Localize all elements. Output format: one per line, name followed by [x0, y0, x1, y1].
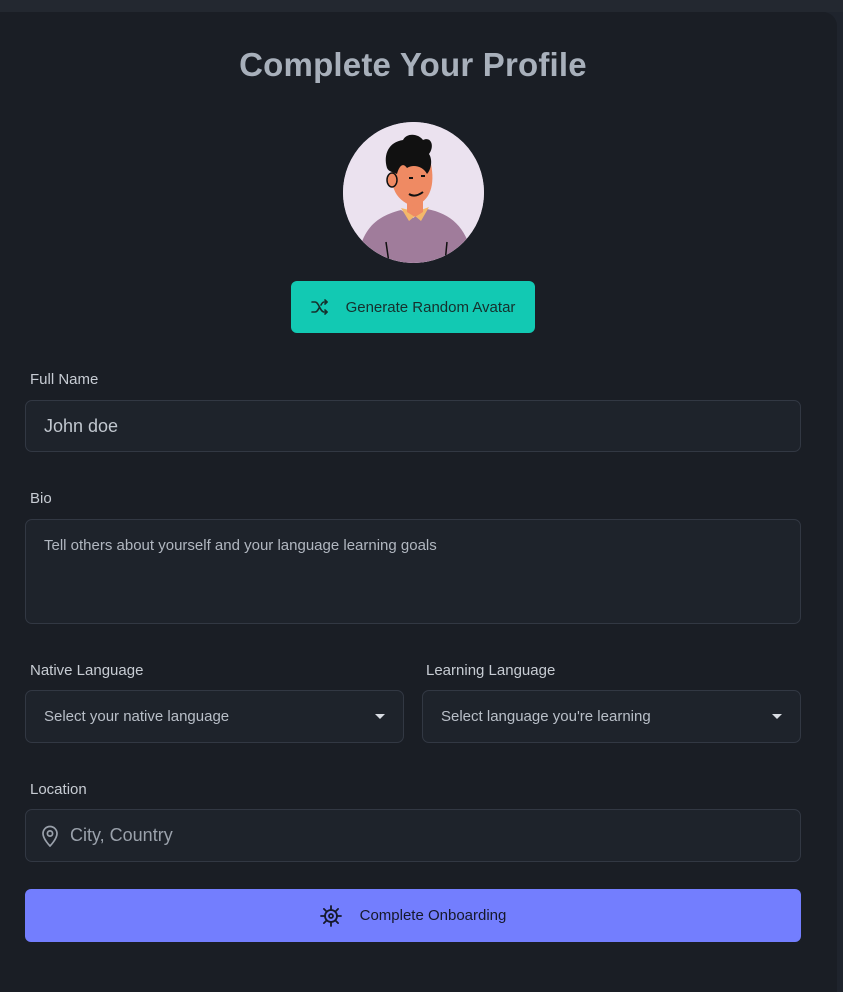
- bio-placeholder: Tell others about yourself and your lang…: [44, 537, 437, 554]
- native-language-selected: Select your native language: [44, 708, 230, 725]
- avatar-illustration: [343, 122, 484, 263]
- map-pin-icon: [40, 825, 60, 847]
- learning-language-selected: Select language you're learning: [441, 708, 651, 725]
- location-input[interactable]: City, Country: [25, 809, 801, 862]
- full-name-label: Full Name: [30, 371, 99, 388]
- full-name-input[interactable]: John doe: [25, 400, 801, 452]
- bio-label: Bio: [30, 490, 52, 507]
- page-top-bar: [0, 0, 843, 12]
- bio-textarea[interactable]: Tell others about yourself and your lang…: [25, 519, 801, 624]
- ship-wheel-icon: [319, 904, 342, 927]
- generate-random-avatar-button[interactable]: Generate Random Avatar: [291, 281, 535, 333]
- chevron-down-icon: [375, 714, 385, 719]
- learning-language-label: Learning Language: [426, 662, 556, 679]
- chevron-down-icon: [772, 714, 782, 719]
- location-placeholder: City, Country: [70, 825, 173, 845]
- page-title: Complete Your Profile: [239, 46, 587, 83]
- native-language-select[interactable]: Select your native language: [25, 690, 404, 743]
- shuffle-icon: [310, 299, 329, 315]
- avatar: [343, 122, 484, 263]
- native-language-label: Native Language: [30, 662, 144, 679]
- location-label: Location: [30, 781, 87, 798]
- complete-onboarding-label: Complete Onboarding: [359, 907, 507, 924]
- complete-onboarding-button[interactable]: Complete Onboarding: [25, 889, 801, 942]
- full-name-value: John doe: [44, 415, 119, 436]
- generate-random-avatar-label: Generate Random Avatar: [345, 298, 516, 316]
- learning-language-select[interactable]: Select language you're learning: [422, 690, 801, 743]
